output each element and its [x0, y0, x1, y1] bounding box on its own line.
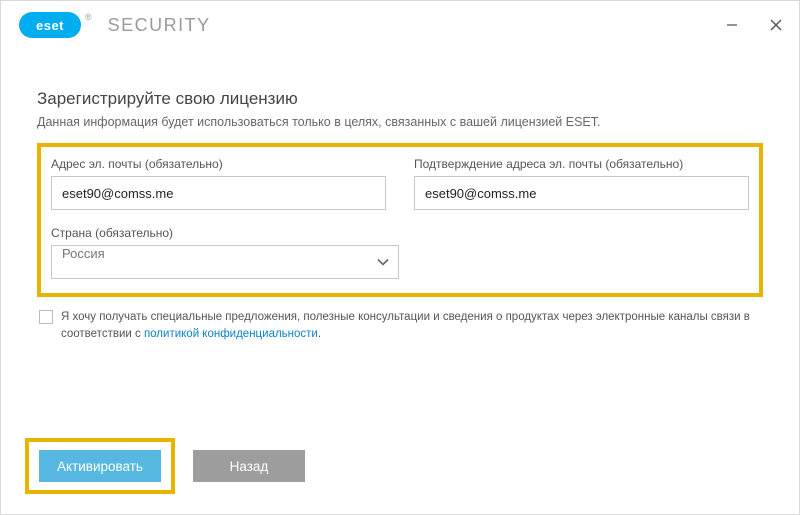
close-button[interactable] [767, 16, 785, 34]
consent-row: Я хочу получать специальные предложения,… [37, 309, 763, 342]
app-logo-text: SECURITY [108, 15, 211, 36]
country-label: Страна (обязательно) [51, 226, 399, 240]
titlebar: eset ® SECURITY [1, 1, 799, 49]
back-button[interactable]: Назад [193, 450, 305, 482]
activate-button[interactable]: Активировать [39, 450, 161, 482]
app-window: eset ® SECURITY Зарегистрируйте свою лиц… [0, 0, 800, 515]
app-logo: eset ® SECURITY [19, 12, 211, 38]
minimize-button[interactable] [723, 16, 741, 34]
email-confirm-input[interactable] [414, 176, 749, 210]
eset-logo-mark: eset [19, 12, 81, 38]
window-controls [723, 16, 785, 34]
content-area: Зарегистрируйте свою лицензию Данная инф… [1, 49, 799, 342]
minimize-icon [726, 19, 738, 31]
email-input[interactable] [51, 176, 386, 210]
registered-icon: ® [85, 12, 92, 22]
consent-checkbox[interactable] [39, 310, 53, 324]
form-row-country: Страна (обязательно) Россия [51, 226, 749, 279]
page-title: Зарегистрируйте свою лицензию [37, 89, 763, 109]
privacy-policy-link[interactable]: политикой конфиденциальности [144, 328, 318, 340]
consent-text: Я хочу получать специальные предложения,… [61, 309, 761, 342]
page-subtitle: Данная информация будет использоваться т… [37, 115, 763, 129]
country-field-group: Страна (обязательно) Россия [51, 226, 399, 279]
activate-highlight-box: Активировать [25, 438, 175, 494]
form-highlight-box: Адрес эл. почты (обязательно) Подтвержде… [37, 143, 763, 297]
form-row-email: Адрес эл. почты (обязательно) Подтвержде… [51, 157, 749, 210]
country-select[interactable]: Россия [51, 245, 399, 279]
close-icon [770, 19, 782, 31]
country-select-wrap: Россия [51, 245, 399, 279]
consent-text-suffix: . [318, 328, 321, 340]
email-confirm-label: Подтверждение адреса эл. почты (обязател… [414, 157, 749, 171]
email-label: Адрес эл. почты (обязательно) [51, 157, 386, 171]
footer-buttons: Активировать Назад [25, 438, 305, 494]
email-field-group: Адрес эл. почты (обязательно) [51, 157, 386, 210]
email-confirm-field-group: Подтверждение адреса эл. почты (обязател… [414, 157, 749, 210]
